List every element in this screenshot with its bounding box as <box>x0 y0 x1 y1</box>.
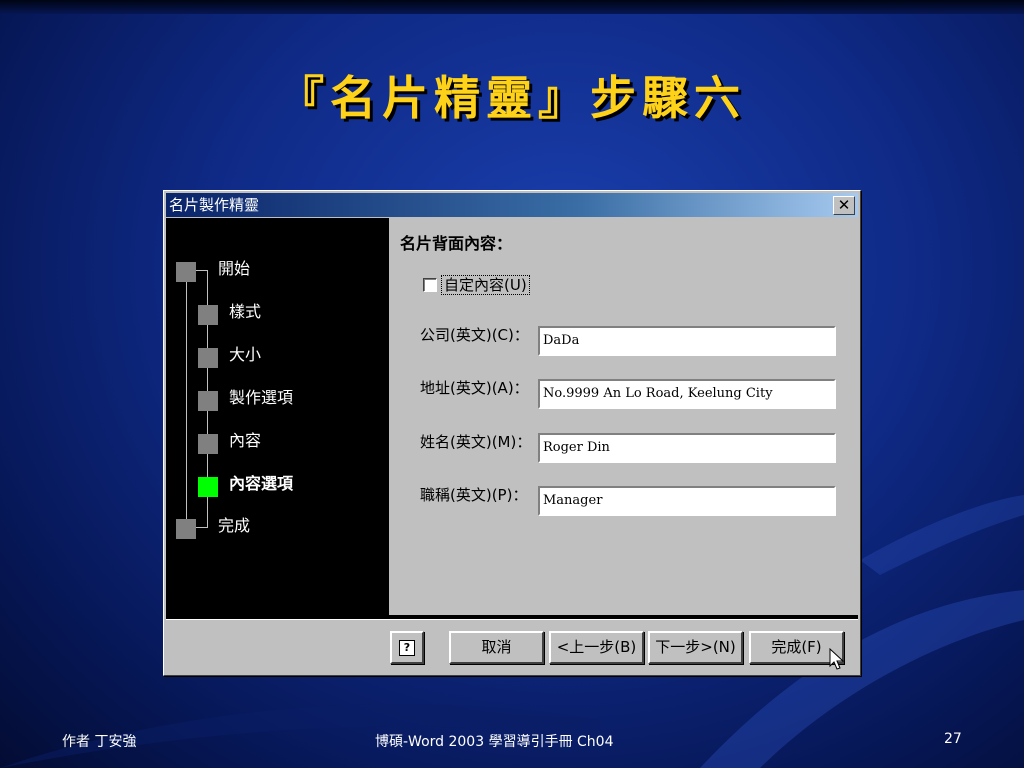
cancel-button[interactable]: 取消 <box>449 631 544 664</box>
name-input[interactable]: Roger Din <box>538 433 836 463</box>
footer-author: 作者 丁安強 <box>62 734 137 750</box>
step-box-content-options <box>198 477 218 497</box>
back-button[interactable]: <上一步(B) <box>549 631 644 664</box>
next-button[interactable]: 下一步>(N) <box>648 631 743 664</box>
step-label-content: 內容 <box>229 431 262 450</box>
step-box-size <box>198 348 218 368</box>
step-label-options: 製作選項 <box>229 388 294 407</box>
step-label-style: 樣式 <box>229 302 262 321</box>
dialog-titlebar[interactable]: 名片製作精靈 ✕ <box>166 193 858 217</box>
mouse-pointer-icon <box>829 648 845 670</box>
step-box-options <box>198 391 218 411</box>
title-label: 職稱(英文)(P)： <box>420 486 528 504</box>
tree-line-outer <box>186 270 187 527</box>
help-button[interactable]: ? <box>390 631 424 664</box>
top-band <box>0 0 1024 14</box>
custom-content-label[interactable]: 自定內容(U) <box>441 275 530 295</box>
name-label: 姓名(英文)(M)： <box>420 433 532 451</box>
slide-title: 『名片精靈』步驟六 <box>278 71 746 125</box>
custom-content-checkbox[interactable] <box>423 278 437 292</box>
step-box-content <box>198 434 218 454</box>
address-input[interactable]: No.9999 An Lo Road, Keelung City <box>538 379 836 409</box>
step-box-style <box>198 305 218 325</box>
card-wizard-dialog: 名片製作精靈 ✕ 開始 樣式 大小 製作選項 內容 內容選項 完成 名片背面內容… <box>163 190 861 676</box>
button-separator <box>166 615 858 620</box>
step-box-start <box>176 262 196 282</box>
content-options-panel: 名片背面內容： 自定內容(U) 公司(英文)(C)： DaDa 地址(英文)(A… <box>390 218 858 615</box>
company-label: 公司(英文)(C)： <box>420 326 529 344</box>
step-label-size: 大小 <box>229 345 262 364</box>
address-label: 地址(英文)(A)： <box>420 379 529 397</box>
close-icon: ✕ <box>837 196 851 214</box>
title-input[interactable]: Manager <box>538 486 836 516</box>
step-label-start: 開始 <box>218 259 251 278</box>
company-input[interactable]: DaDa <box>538 326 836 356</box>
dialog-title: 名片製作精靈 <box>169 196 260 214</box>
footer-page-number: 27 <box>944 731 962 747</box>
step-box-finish <box>176 519 196 539</box>
section-title: 名片背面內容： <box>400 234 513 253</box>
step-label-content-options: 內容選項 <box>229 474 294 493</box>
footer-book-title: 博碩-Word 2003 學習導引手冊 Ch04 <box>375 734 614 750</box>
close-button[interactable]: ✕ <box>833 196 855 215</box>
wizard-steps-panel: 開始 樣式 大小 製作選項 內容 內容選項 完成 <box>166 218 389 615</box>
step-label-finish: 完成 <box>218 516 251 535</box>
help-icon: ? <box>399 639 415 656</box>
